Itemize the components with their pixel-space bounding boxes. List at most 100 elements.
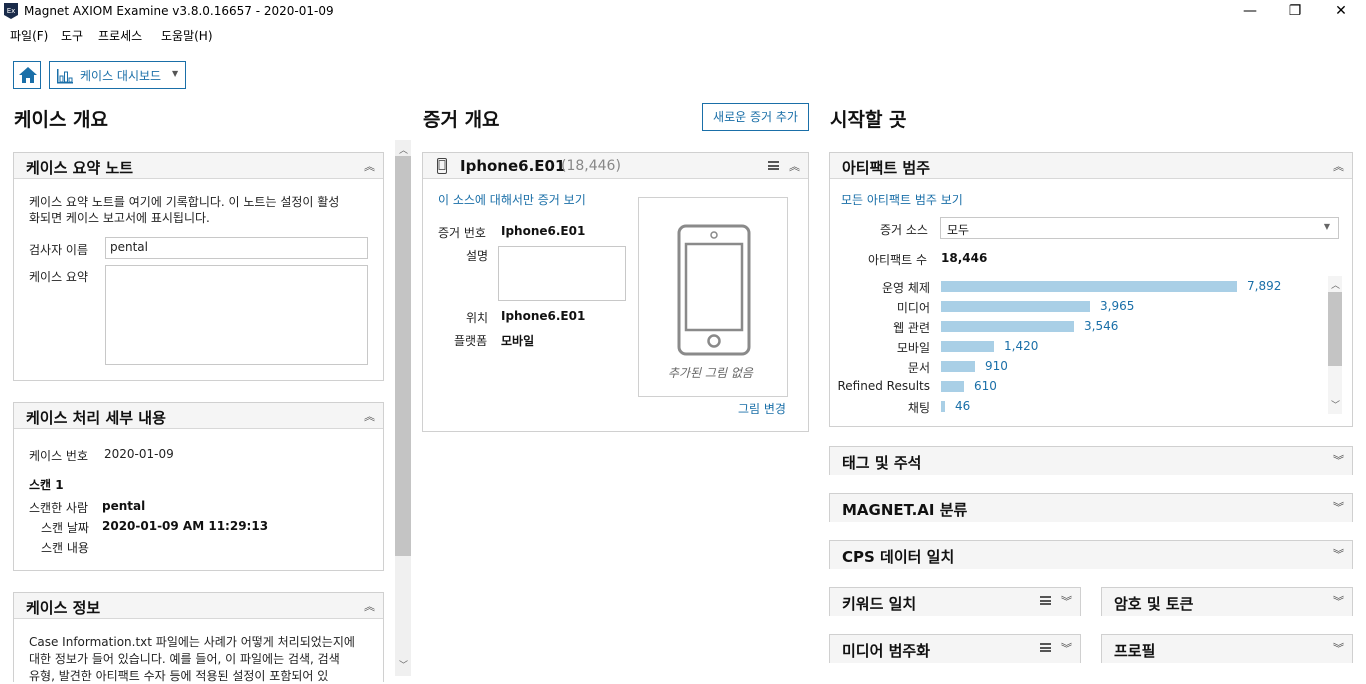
case-number-value: 2020-01-09 xyxy=(104,447,174,461)
case-summary-field[interactable] xyxy=(105,265,368,365)
keywords-panel[interactable]: 키워드 일치 ︾ xyxy=(829,587,1081,616)
collapse-icon[interactable]: ︽ xyxy=(1333,158,1344,174)
app-icon: Ex xyxy=(4,3,18,19)
artifact-category-bar[interactable] xyxy=(941,361,975,372)
case-info-panel: 케이스 정보 ︽ Case Information.txt 파일에는 사례가 어… xyxy=(13,592,384,683)
scroll-up-icon[interactable]: ︿ xyxy=(1331,278,1340,291)
panel-title: 암호 및 토큰 xyxy=(1114,595,1194,613)
phone-icon xyxy=(677,224,751,356)
artifact-list-scrollbar[interactable]: ︿ ﹀ xyxy=(1328,276,1342,414)
panel-title: MAGNET.AI 분류 xyxy=(842,501,968,519)
artifact-category-bar[interactable] xyxy=(941,401,945,412)
artifact-category-label[interactable]: 미디어 xyxy=(790,299,930,316)
media-categorization-panel[interactable]: 미디어 범주화 ︾ xyxy=(829,634,1081,663)
collapse-icon[interactable]: ︽ xyxy=(364,158,375,174)
description-field[interactable] xyxy=(498,246,626,301)
panel-header: 케이스 요약 노트 ︽ xyxy=(14,153,383,179)
expand-icon[interactable]: ︾ xyxy=(1333,546,1344,562)
platform-label: 플랫폼 xyxy=(454,334,488,348)
close-button[interactable]: ✕ xyxy=(1318,0,1364,24)
cps-panel[interactable]: CPS 데이터 일치 ︾ xyxy=(829,540,1353,569)
artifact-category-bar[interactable] xyxy=(941,321,1074,332)
artifact-category-label[interactable]: 웹 관련 xyxy=(790,319,930,336)
panel-header: MAGNET.AI 분류 ︾ xyxy=(830,494,1352,522)
case-summary-label: 케이스 요약 xyxy=(29,270,89,284)
panel-header: 아티팩트 범주 ︽ xyxy=(830,153,1352,179)
chevron-down-icon: ▼ xyxy=(172,69,179,78)
artifact-category-bar[interactable] xyxy=(941,381,964,392)
expand-icon[interactable]: ︾ xyxy=(1061,640,1072,656)
bar-chart-icon xyxy=(57,69,73,84)
artifact-category-value: 46 xyxy=(955,399,971,413)
scroll-down-icon[interactable]: ﹀ xyxy=(1331,398,1340,411)
passwords-panel[interactable]: 암호 및 토큰 ︾ xyxy=(1101,587,1353,616)
evidence-number-label: 증거 번호 xyxy=(438,226,486,240)
expand-icon[interactable]: ︾ xyxy=(1333,593,1344,609)
panel-title: 태그 및 주석 xyxy=(842,454,922,472)
artifact-count-label: 아티팩트 수 xyxy=(868,253,928,267)
menu-tools[interactable]: 도구 xyxy=(61,27,83,44)
title-bar: Ex Magnet AXIOM Examine v3.8.0.16657 - 2… xyxy=(0,0,1366,24)
magnet-ai-panel[interactable]: MAGNET.AI 분류 ︾ xyxy=(829,493,1353,522)
panel-header: 케이스 처리 세부 내용 ︽ xyxy=(14,403,383,429)
window-title: Magnet AXIOM Examine v3.8.0.16657 - 2020… xyxy=(24,4,334,18)
evidence-source-value: 모두 xyxy=(947,223,970,237)
expand-icon[interactable]: ︾ xyxy=(1333,452,1344,468)
scroll-thumb[interactable] xyxy=(1328,292,1342,366)
panel-header: 암호 및 토큰 ︾ xyxy=(1102,588,1352,616)
collapse-icon[interactable]: ︽ xyxy=(364,598,375,614)
case-number-label: 케이스 번호 xyxy=(29,449,89,463)
home-button[interactable] xyxy=(13,61,41,89)
menu-file[interactable]: 파일(F) xyxy=(10,27,48,44)
left-scrollbar[interactable]: ︿ ﹀ xyxy=(395,140,411,676)
examiner-field[interactable]: pental xyxy=(105,237,368,259)
evidence-number-value: Iphone6.E01 xyxy=(501,224,586,238)
case-overview-heading: 케이스 개요 xyxy=(14,109,109,131)
scroll-up-icon[interactable]: ︿ xyxy=(399,143,408,156)
menu-icon[interactable] xyxy=(768,161,779,170)
panel-header: 미디어 범주화 ︾ xyxy=(830,635,1080,663)
collapse-icon[interactable]: ︽ xyxy=(364,408,375,424)
case-processing-panel: 케이스 처리 세부 내용 ︽ 케이스 번호 2020-01-09 스캔 1 스캔… xyxy=(13,402,384,571)
artifact-category-bar[interactable] xyxy=(941,341,994,352)
location-value: Iphone6.E01 xyxy=(501,309,586,323)
panel-title: 아티팩트 범주 xyxy=(842,159,931,177)
artifact-category-bar[interactable] xyxy=(941,281,1237,292)
source-filter-link[interactable]: 이 소스에 대해서만 증거 보기 xyxy=(438,191,586,208)
menu-icon[interactable] xyxy=(1040,643,1051,652)
artifact-category-label[interactable]: Refined Results xyxy=(790,379,931,393)
evidence-image-box: 추가된 그림 없음 xyxy=(638,197,788,397)
dashboard-dropdown[interactable]: 케이스 대시보드 ▼ xyxy=(49,61,186,89)
artifact-category-label[interactable]: 채팅 xyxy=(790,399,930,416)
scroll-thumb[interactable] xyxy=(395,156,411,556)
menu-help[interactable]: 도움말(H) xyxy=(161,27,213,44)
artifact-category-bar[interactable] xyxy=(941,301,1090,312)
tags-panel[interactable]: 태그 및 주석 ︾ xyxy=(829,446,1353,475)
artifact-category-label[interactable]: 모바일 xyxy=(790,339,930,356)
profiles-panel[interactable]: 프로필 ︾ xyxy=(1101,634,1353,663)
menu-process[interactable]: 프로세스 xyxy=(98,27,142,44)
expand-icon[interactable]: ︾ xyxy=(1333,499,1344,515)
artifact-category-label[interactable]: 문서 xyxy=(790,359,930,376)
scroll-down-icon[interactable]: ﹀ xyxy=(399,658,408,671)
menu-icon[interactable] xyxy=(1040,596,1051,605)
expand-icon[interactable]: ︾ xyxy=(1061,593,1072,609)
change-image-link[interactable]: 그림 변경 xyxy=(738,400,786,417)
evidence-source-dropdown[interactable]: 모두 ▼ xyxy=(940,217,1339,239)
notes-description: 케이스 요약 노트를 여기에 기록합니다. 이 노트는 설정이 활성 xyxy=(29,195,340,209)
evidence-count: (18,446) xyxy=(561,158,621,174)
artifact-category-label[interactable]: 운영 체제 xyxy=(790,279,930,296)
expand-icon[interactable]: ︾ xyxy=(1333,640,1344,656)
artifact-category-value: 610 xyxy=(974,379,997,393)
artifact-category-value: 910 xyxy=(985,359,1008,373)
artifact-category-value: 1,420 xyxy=(1004,339,1039,353)
panel-header: 태그 및 주석 ︾ xyxy=(830,447,1352,475)
view-all-artifacts-link[interactable]: 모든 아티팩트 범주 보기 xyxy=(841,191,963,208)
add-evidence-button[interactable]: 새로운 증거 추가 xyxy=(702,103,809,131)
description-label: 설명 xyxy=(466,249,489,263)
panel-title: CPS 데이터 일치 xyxy=(842,548,955,566)
collapse-icon[interactable]: ︽ xyxy=(789,158,800,174)
notes-description-2: 화되면 케이스 보고서에 표시됩니다. xyxy=(29,211,210,225)
maximize-button[interactable]: ❐ xyxy=(1272,0,1318,24)
minimize-button[interactable]: — xyxy=(1227,0,1273,24)
